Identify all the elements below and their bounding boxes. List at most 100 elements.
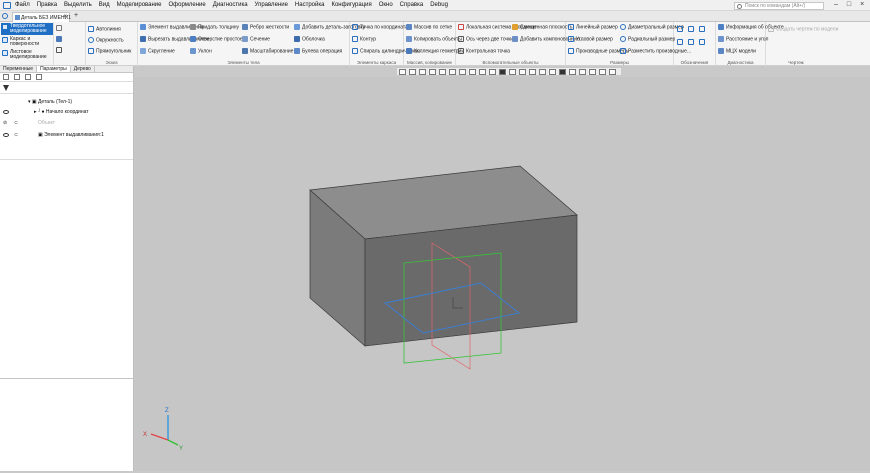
- section-view-icon[interactable]: [539, 68, 546, 75]
- copy-objects-button[interactable]: Копировать объекты: [406, 36, 462, 42]
- zoom-fit-icon[interactable]: [449, 68, 456, 75]
- orientation-icon[interactable]: [469, 68, 476, 75]
- menu-edit[interactable]: Правка: [37, 2, 57, 8]
- mass-icon: [718, 48, 724, 54]
- new-sketch-button[interactable]: [56, 25, 64, 31]
- settings-icon[interactable]: [609, 68, 616, 75]
- rib-button[interactable]: Ребро жесткости: [242, 24, 289, 30]
- rectangle-icon: [88, 48, 94, 54]
- tolerance-button[interactable]: [677, 39, 685, 45]
- tab-parameters[interactable]: Параметры: [37, 66, 71, 72]
- menu-diagnostics[interactable]: Диагностика: [213, 2, 248, 8]
- menu-modeling[interactable]: Моделирование: [117, 2, 162, 8]
- wireframe-icon[interactable]: [509, 68, 516, 75]
- visibility-eye-icon[interactable]: [3, 133, 9, 137]
- 3d-viewport[interactable]: Z X Y: [135, 77, 870, 471]
- menu-file[interactable]: Файл: [15, 2, 30, 8]
- control-point-button[interactable]: Контрольная точка: [458, 48, 510, 54]
- offset-plane-button[interactable]: Смещенная плоскость: [512, 24, 572, 30]
- grid-array-button[interactable]: Массив по сетке: [406, 24, 452, 30]
- scale-button[interactable]: Масштабирование: [242, 48, 293, 54]
- close-tab-icon[interactable]: ×: [63, 14, 67, 20]
- filter-icon[interactable]: [3, 84, 9, 91]
- grid-icon[interactable]: [589, 68, 596, 75]
- menu-settings[interactable]: Настройка: [295, 2, 325, 8]
- group-icon[interactable]: [25, 74, 31, 80]
- tree-item-extrusion[interactable]: ▣ Элемент выдавливания:1: [38, 132, 104, 138]
- cursor-icon[interactable]: [399, 68, 406, 75]
- expand-icon[interactable]: [36, 74, 42, 80]
- visibility-eye-icon[interactable]: [3, 110, 9, 114]
- menu-view[interactable]: Вид: [99, 2, 110, 8]
- radial-dim-button[interactable]: Радиальный размер: [620, 36, 675, 42]
- thicken-button[interactable]: Придать толщину: [190, 24, 239, 30]
- shaded-icon[interactable]: [499, 68, 506, 75]
- hidden-lines-icon[interactable]: [519, 68, 526, 75]
- zoom-in-icon[interactable]: [429, 68, 436, 75]
- mode-wireframe-surfaces[interactable]: Каркас и поверхности: [1, 36, 53, 48]
- hidden-eye-icon[interactable]: ⊘: [3, 120, 7, 126]
- tree-item-origin[interactable]: ▸ ┘● Начало координат: [34, 109, 89, 115]
- shell-button[interactable]: Оболочка: [294, 36, 325, 42]
- print-button[interactable]: [56, 47, 64, 53]
- normal-to-icon[interactable]: [489, 68, 496, 75]
- circle-button[interactable]: Окружность: [88, 37, 124, 43]
- menu-help[interactable]: Справка: [400, 2, 424, 8]
- menu-debug[interactable]: Debug: [430, 2, 448, 8]
- display-icon[interactable]: [549, 68, 556, 75]
- lighting-icon[interactable]: [559, 68, 566, 75]
- restore-icon[interactable]: □: [847, 1, 851, 8]
- fillet-button[interactable]: Скругление: [140, 48, 175, 54]
- view-select-icon[interactable]: [479, 68, 486, 75]
- filter-icon[interactable]: [569, 68, 576, 75]
- tab-document[interactable]: Деталь БЕЗ ИМЕНИ1 ×: [12, 12, 71, 22]
- mark-button[interactable]: [699, 39, 707, 45]
- pan-icon[interactable]: [409, 68, 416, 75]
- new-tab-icon[interactable]: +: [74, 12, 78, 19]
- datum-button[interactable]: [699, 26, 707, 32]
- rectangle-button[interactable]: Прямоугольник: [88, 48, 131, 54]
- text-note-button[interactable]: [688, 39, 696, 45]
- mode-solid-modeling[interactable]: Твердотельное моделирование: [1, 23, 53, 35]
- menu-design[interactable]: Оформление: [169, 2, 206, 8]
- zoom-window-icon[interactable]: [419, 68, 426, 75]
- command-search-input[interactable]: Поиск по командам (Alt+/): [734, 2, 824, 10]
- tree-item-part[interactable]: ▾ ▣ Деталь (Тел-1): [28, 99, 72, 105]
- point-by-coords-button[interactable]: Точка по координатам: [352, 24, 411, 30]
- layers-icon[interactable]: [579, 68, 586, 75]
- menu-window[interactable]: Окно: [379, 2, 393, 8]
- tab-variables[interactable]: Переменные: [0, 66, 38, 72]
- perspective-icon[interactable]: [529, 68, 536, 75]
- roughness-button[interactable]: [677, 26, 685, 32]
- sort-icon[interactable]: [14, 74, 20, 80]
- menu-configuration[interactable]: Конфигурация: [331, 2, 371, 8]
- section-button[interactable]: Сечение: [242, 36, 270, 42]
- mass-properties-button[interactable]: МЦХ модели: [718, 48, 756, 54]
- rotate-icon[interactable]: [459, 68, 466, 75]
- linear-dim-button[interactable]: Линейный размер: [568, 24, 618, 30]
- home-icon[interactable]: [2, 13, 8, 19]
- axis-two-points-button[interactable]: Ось через две точки: [458, 36, 513, 42]
- angular-dim-button[interactable]: Угловой размер: [568, 36, 613, 42]
- boolean-button[interactable]: Булева операция: [294, 48, 342, 54]
- zoom-out-icon[interactable]: [439, 68, 446, 75]
- draft-button[interactable]: Уклон: [190, 48, 212, 54]
- mode-sheet-metal[interactable]: Листовое моделирование: [1, 49, 53, 61]
- minimize-icon[interactable]: –: [834, 1, 838, 8]
- create-drawing-button[interactable]: Создать чертеж по модели: [768, 26, 838, 32]
- linear-dim-label: Линейный размер: [576, 24, 618, 31]
- simple-hole-button[interactable]: Отверстие простое: [190, 36, 243, 42]
- viewport-canvas[interactable]: Z X Y: [135, 77, 870, 471]
- structure-view-icon[interactable]: [3, 74, 9, 80]
- tab-tree[interactable]: Дерево: [71, 66, 95, 72]
- close-icon[interactable]: ×: [860, 1, 864, 8]
- autoline-button[interactable]: Автолиния: [88, 26, 121, 32]
- menu-management[interactable]: Управление: [255, 2, 288, 8]
- contour-button[interactable]: Контур: [352, 36, 376, 42]
- measure-icon[interactable]: [599, 68, 606, 75]
- menu-select[interactable]: Выделить: [64, 2, 92, 8]
- leader-button[interactable]: [688, 26, 696, 32]
- distance-angle-button[interactable]: Расстояние и угол: [718, 36, 768, 42]
- tree-item-object[interactable]: Объект: [38, 120, 55, 126]
- save-button[interactable]: [56, 36, 64, 42]
